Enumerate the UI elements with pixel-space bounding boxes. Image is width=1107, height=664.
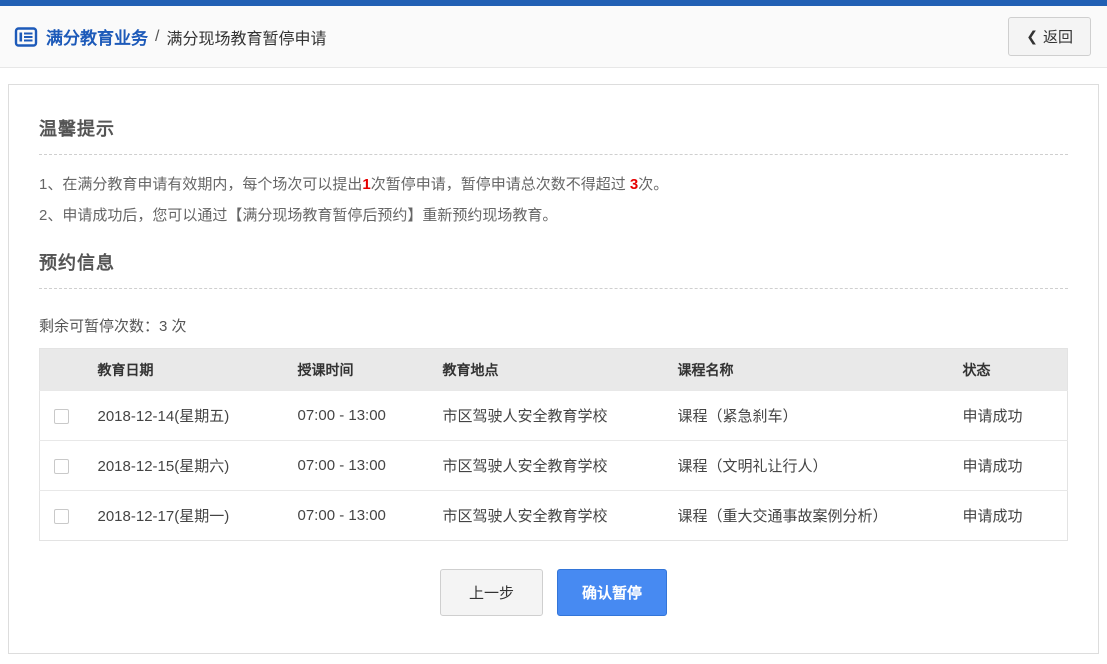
breadcrumb: 满分教育业务 / 满分现场教育暂停申请 — [14, 24, 326, 49]
table-header-row: 教育日期 授课时间 教育地点 课程名称 状态 — [40, 349, 1068, 391]
tip1-highlight-count: 1 — [362, 176, 370, 193]
cell-date: 2018-12-17(星期一) — [98, 491, 298, 541]
cell-course: 课程（文明礼让行人） — [678, 441, 963, 491]
header-checkbox-col — [40, 349, 98, 391]
breadcrumb-primary[interactable]: 满分教育业务 — [46, 24, 148, 49]
header-date: 教育日期 — [98, 349, 298, 391]
previous-step-button[interactable]: 上一步 — [440, 569, 543, 616]
table-row: 2018-12-15(星期六) 07:00 - 13:00 市区驾驶人安全教育学… — [40, 441, 1068, 491]
tip-line-2: 2、申请成功后，您可以通过【满分现场教育暂停后预约】重新预约现场教育。 — [39, 200, 1068, 231]
cell-course: 课程（紧急刹车） — [678, 391, 963, 441]
breadcrumb-separator: / — [155, 28, 159, 46]
back-button[interactable]: ❮ 返回 — [1008, 17, 1091, 56]
row-checkbox[interactable] — [54, 459, 69, 474]
confirm-pause-button[interactable]: 确认暂停 — [557, 569, 667, 616]
action-buttons: 上一步 确认暂停 — [39, 569, 1068, 616]
tip1-highlight-total: 3 — [630, 176, 638, 193]
page-header: 满分教育业务 / 满分现场教育暂停申请 ❮ 返回 — [0, 6, 1107, 68]
tip1-text: 1、在满分教育申请有效期内，每个场次可以提出 — [39, 176, 362, 193]
remaining-count-label: 剩余可暂停次数：3 次 — [39, 315, 1068, 336]
header-location: 教育地点 — [443, 349, 678, 391]
cell-time: 07:00 - 13:00 — [298, 491, 443, 541]
reservation-section-title: 预约信息 — [39, 249, 1068, 275]
cell-date: 2018-12-15(星期六) — [98, 441, 298, 491]
divider — [39, 288, 1068, 289]
table-row: 2018-12-17(星期一) 07:00 - 13:00 市区驾驶人安全教育学… — [40, 491, 1068, 541]
header-course: 课程名称 — [678, 349, 963, 391]
row-checkbox[interactable] — [54, 409, 69, 424]
header-status: 状态 — [963, 349, 1068, 391]
back-button-label: 返回 — [1043, 26, 1073, 47]
header-time: 授课时间 — [298, 349, 443, 391]
tip1-text-end: 次。 — [638, 176, 668, 193]
reservation-table: 教育日期 授课时间 教育地点 课程名称 状态 2018-12-14(星期五) 0… — [39, 348, 1068, 541]
cell-status: 申请成功 — [963, 441, 1068, 491]
cell-course: 课程（重大交通事故案例分析） — [678, 491, 963, 541]
table-row: 2018-12-14(星期五) 07:00 - 13:00 市区驾驶人安全教育学… — [40, 391, 1068, 441]
cell-location: 市区驾驶人安全教育学校 — [443, 441, 678, 491]
list-card-icon — [14, 25, 38, 49]
cell-location: 市区驾驶人安全教育学校 — [443, 491, 678, 541]
main-panel: 温馨提示 1、在满分教育申请有效期内，每个场次可以提出1次暂停申请，暂停申请总次… — [8, 84, 1099, 654]
table-header: 教育日期 授课时间 教育地点 课程名称 状态 — [40, 349, 1068, 391]
chevron-left-icon: ❮ — [1026, 28, 1038, 45]
cell-time: 07:00 - 13:00 — [298, 441, 443, 491]
cell-date: 2018-12-14(星期五) — [98, 391, 298, 441]
breadcrumb-current-page: 满分现场教育暂停申请 — [166, 25, 326, 49]
cell-status: 申请成功 — [963, 391, 1068, 441]
tip1-text-mid: 次暂停申请，暂停申请总次数不得超过 — [371, 176, 630, 193]
tips-section-title: 温馨提示 — [39, 115, 1068, 141]
divider — [39, 154, 1068, 155]
tips-list: 1、在满分教育申请有效期内，每个场次可以提出1次暂停申请，暂停申请总次数不得超过… — [39, 169, 1068, 231]
cell-status: 申请成功 — [963, 491, 1068, 541]
row-checkbox[interactable] — [54, 509, 69, 524]
cell-time: 07:00 - 13:00 — [298, 391, 443, 441]
cell-location: 市区驾驶人安全教育学校 — [443, 391, 678, 441]
tip-line-1: 1、在满分教育申请有效期内，每个场次可以提出1次暂停申请，暂停申请总次数不得超过… — [39, 169, 1068, 200]
